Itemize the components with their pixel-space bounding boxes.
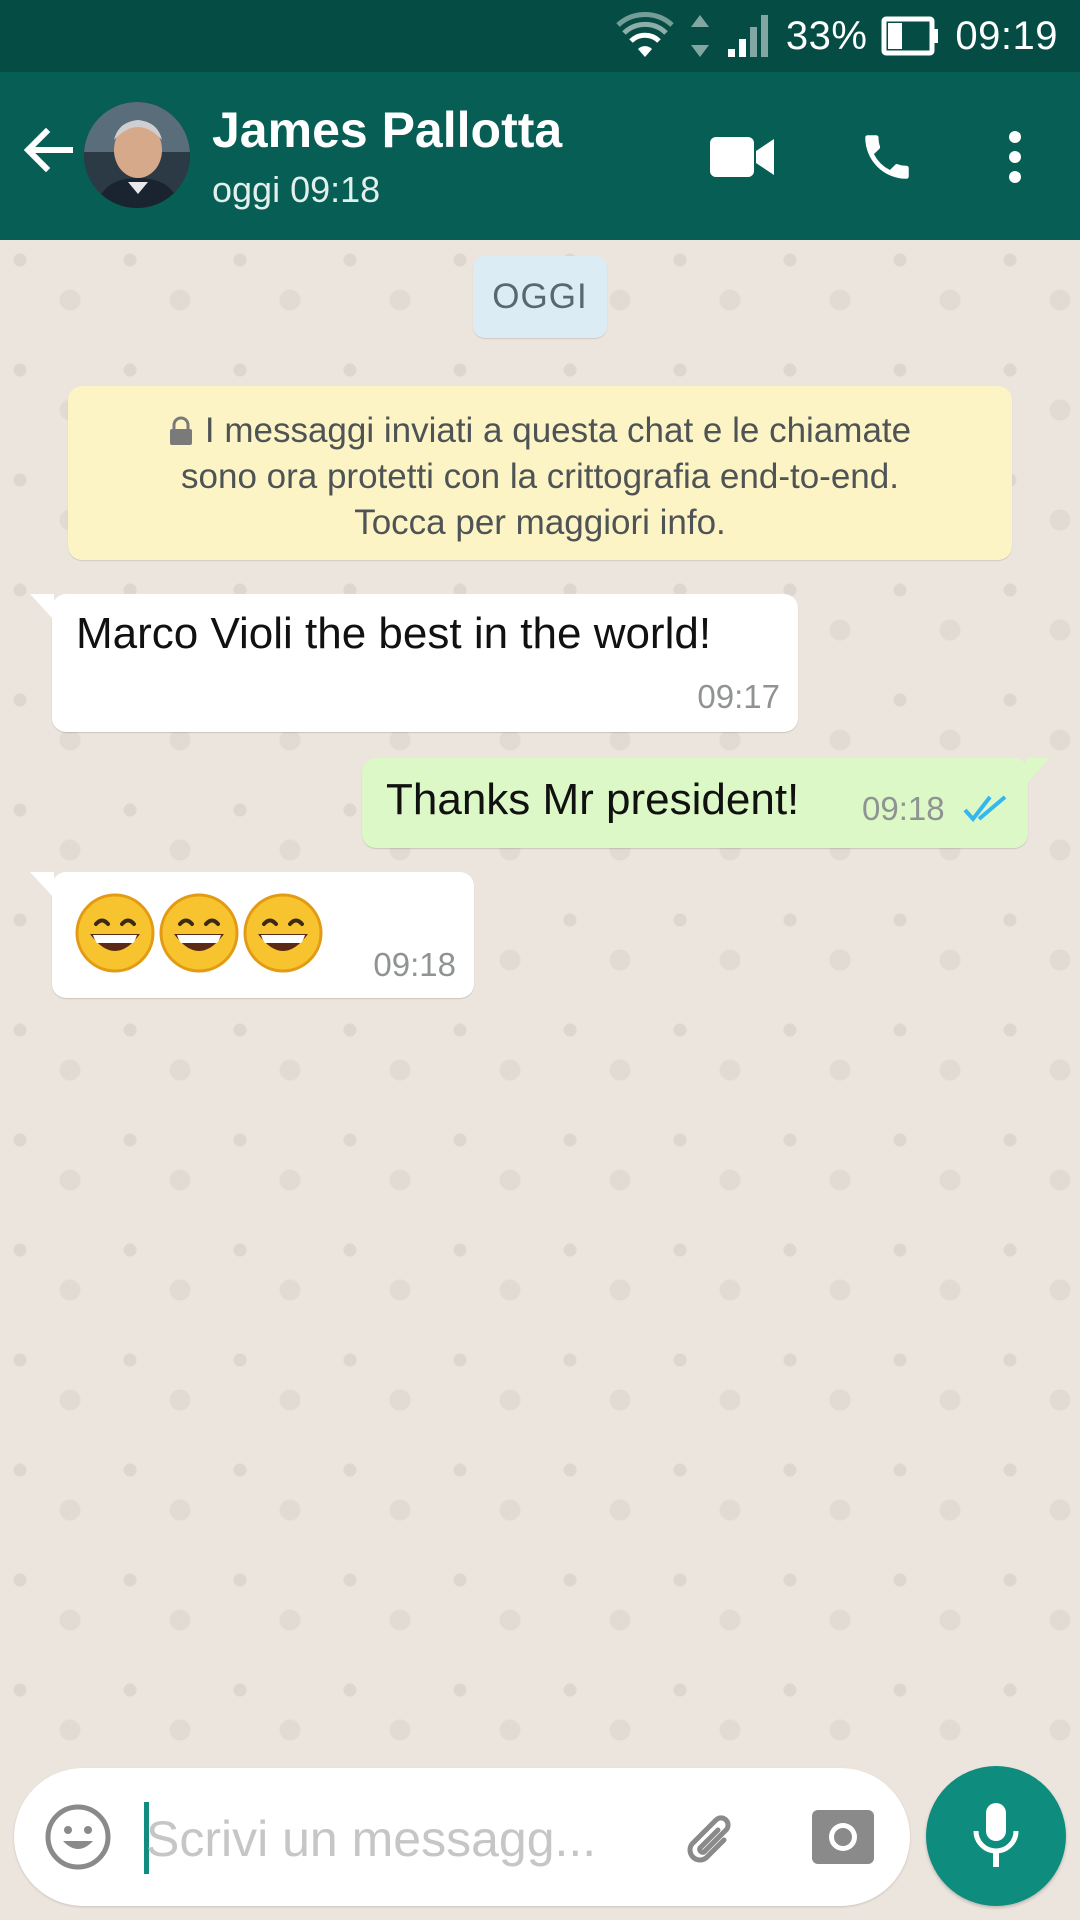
message-time: 09:18 — [373, 946, 456, 983]
battery-percent: 33% — [785, 14, 868, 58]
encryption-notice-line-1: I messaggi inviati a questa chat e le ch… — [204, 411, 912, 450]
chat-area[interactable]: OGGI I messaggi inviati a questa chat e … — [0, 240, 1080, 1768]
incoming-message[interactable]: 09:18 — [30, 872, 474, 998]
emoji-row — [74, 892, 326, 974]
encryption-notice-line-2: sono ora protetti con la crittografia en… — [181, 457, 899, 496]
grinning-face-emoji — [159, 893, 239, 973]
video-call-button[interactable] — [708, 122, 778, 192]
contact-name[interactable]: James Pallotta — [212, 100, 562, 160]
encryption-notice-line-3: Tocca per maggiori info. — [354, 503, 726, 542]
more-options-button[interactable] — [980, 122, 1050, 192]
avatar[interactable] — [84, 102, 190, 208]
message-text: Marco Violi the best in the world! — [76, 609, 712, 658]
read-ticks-icon — [963, 795, 1007, 823]
date-divider: OGGI — [473, 256, 607, 338]
voice-call-button[interactable] — [852, 122, 922, 192]
bubble-tail — [30, 872, 54, 898]
video-call-icon — [710, 137, 774, 177]
camera-icon[interactable] — [810, 1806, 876, 1868]
message-input[interactable] — [144, 1798, 668, 1880]
last-seen: oggi 09:18 — [212, 169, 381, 210]
message-text: Thanks Mr president! — [386, 775, 800, 824]
data-arrows-icon — [690, 15, 709, 57]
message-time: 09:18 — [862, 790, 945, 827]
voice-record-button[interactable] — [926, 1766, 1066, 1906]
back-button[interactable] — [20, 122, 76, 178]
incoming-message[interactable]: Marco Violi the best in the world! 09:17 — [30, 594, 798, 732]
message-composer — [14, 1768, 910, 1906]
more-vert-icon — [1009, 131, 1021, 183]
status-bar: 33% 09:19 — [0, 0, 1080, 72]
chat-header: James Pallotta oggi 09:18 — [0, 72, 1080, 240]
encryption-notice[interactable]: I messaggi inviati a questa chat e le ch… — [68, 386, 1012, 560]
grinning-face-emoji — [243, 893, 323, 973]
status-time: 09:19 — [955, 14, 1058, 58]
attach-icon[interactable] — [674, 1802, 746, 1874]
voice-call-icon — [865, 135, 909, 179]
signal-icon — [727, 15, 768, 57]
message-time: 09:17 — [697, 678, 780, 715]
avatar-photo — [84, 102, 190, 208]
grinning-face-emoji — [75, 893, 155, 973]
emoji-icon[interactable] — [44, 1803, 112, 1871]
outgoing-message[interactable]: Thanks Mr president! 09:18 — [362, 758, 1050, 848]
bubble-tail — [1026, 758, 1050, 784]
bubble-tail — [30, 594, 54, 620]
mic-icon — [973, 1803, 1019, 1867]
back-arrow-icon — [23, 127, 73, 173]
lock-icon — [169, 416, 192, 445]
wifi-icon — [616, 12, 674, 57]
battery-icon — [881, 16, 939, 56]
